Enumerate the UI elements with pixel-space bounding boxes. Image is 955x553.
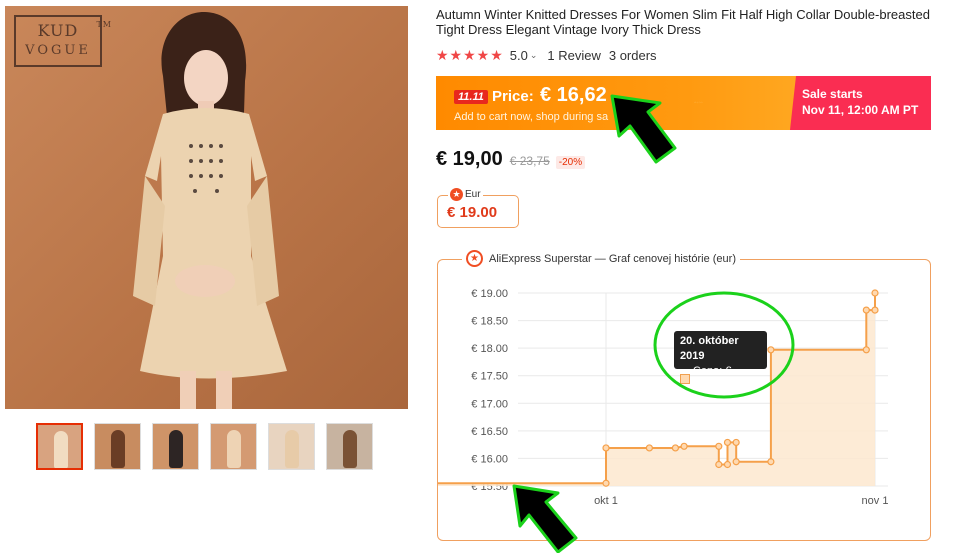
- sale-promo-banner: 11.11 Price: € 16,62 Add to cart now, sh…: [436, 76, 931, 130]
- chart-tooltip: 20. október 2019 Cena: € 17.97: [674, 331, 767, 392]
- data-point: [862, 306, 870, 314]
- brand-logo-line1: KUD: [37, 21, 79, 40]
- data-point: [871, 306, 879, 314]
- y-tick-label: € 19.00: [471, 288, 508, 300]
- data-point: [602, 444, 610, 452]
- promo-price-panel: 11.11 Price: € 16,62 Add to cart now, sh…: [436, 76, 796, 130]
- y-tick-label: € 17.00: [471, 398, 508, 410]
- main-product-image[interactable]: KUD VOGUE TM: [5, 6, 408, 409]
- trademark-mark: TM: [96, 20, 112, 29]
- price-history-header: ★ AliExpress Superstar — Graf cenovej hi…: [462, 250, 740, 267]
- reviews-link[interactable]: 1 Review: [547, 48, 600, 63]
- promo-subtext: Add to cart now, shop during sa: [454, 111, 609, 123]
- eur-widget-header: ★ Eur: [448, 188, 483, 201]
- thumbnail-brown[interactable]: [94, 423, 141, 470]
- data-point: [645, 444, 653, 452]
- sale-start-panel: Sale starts Nov 11, 12:00 AM PT: [790, 76, 931, 130]
- sale-badge: 11.11: [454, 90, 488, 104]
- series-swatch: [680, 374, 690, 384]
- data-point: [767, 458, 775, 466]
- product-title: Autumn Winter Knitted Dresses For Women …: [436, 7, 930, 37]
- discount-badge: -20%: [555, 156, 586, 169]
- y-tick-label: € 16.50: [471, 426, 508, 438]
- eur-price-widget[interactable]: ★ Eur € 19.00: [437, 188, 519, 228]
- y-tick-label: € 17.50: [471, 371, 508, 383]
- star-coin-icon: ★: [450, 188, 463, 201]
- data-point: [732, 438, 740, 447]
- sale-start-label: Sale starts: [802, 87, 863, 101]
- thumbnail-beige-closeup[interactable]: [268, 423, 315, 470]
- brand-logo-line2: VOGUE: [25, 43, 91, 58]
- data-point: [680, 442, 688, 450]
- data-point: [732, 458, 740, 466]
- y-tick-label: € 18.50: [471, 316, 508, 328]
- tooltip-value-row: Cena: € 17.97: [680, 364, 761, 394]
- star-rating-icon: ★★★★★: [436, 46, 504, 63]
- original-price: € 23,75: [509, 154, 550, 168]
- chevron-down-icon[interactable]: ⌄: [530, 50, 538, 61]
- price-history-title: AliExpress Superstar — Graf cenovej hist…: [489, 252, 736, 265]
- data-point: [602, 479, 610, 487]
- current-price: € 19,00: [436, 148, 503, 170]
- orders-count: 3 orders: [608, 47, 657, 63]
- data-point: [871, 289, 879, 297]
- data-point: [671, 444, 680, 452]
- y-tick-label: € 16.00: [471, 453, 508, 465]
- y-tick-label: € 18.00: [471, 343, 508, 355]
- thumbnail-beige[interactable]: [36, 423, 83, 470]
- brand-logo: KUD VOGUE TM: [14, 15, 111, 67]
- thumbnail-coffee[interactable]: [326, 423, 373, 470]
- eur-widget-label: Eur: [465, 189, 481, 200]
- price-history-panel: € 15.50 € 16.00 € 16.50 € 17.00 € 17.50 € 18.…: [437, 250, 932, 542]
- x-tick-label: okt 1: [594, 495, 618, 507]
- eur-widget-value: € 19.00: [447, 204, 498, 221]
- data-point: [723, 460, 732, 469]
- thumbnail-strip: [36, 423, 373, 470]
- rating-row: ★★★★★ 5.0 ⌄ 1 Review 3 orders: [436, 47, 657, 63]
- thumbnail-beige-detail[interactable]: [210, 423, 257, 470]
- star-coin-icon: ★: [466, 250, 483, 267]
- data-point: [767, 346, 775, 354]
- rating-score[interactable]: 5.0: [510, 48, 528, 63]
- thumbnail-black[interactable]: [152, 423, 199, 470]
- data-point: [862, 346, 870, 354]
- tooltip-value: Cena: € 17.97: [692, 365, 732, 392]
- price-row: € 19,00 € 23,75 -20%: [436, 148, 586, 171]
- sale-start-date: Nov 11, 12:00 AM PT: [802, 103, 919, 117]
- promo-decoration-icon: [694, 101, 703, 104]
- x-tick-label: nov 1: [862, 495, 889, 507]
- promo-price-label: Price:: [492, 88, 534, 105]
- tooltip-date: 20. október 2019: [680, 335, 739, 362]
- data-point: [715, 460, 723, 469]
- promo-price: € 16,62: [540, 84, 607, 106]
- price-history-chart[interactable]: € 15.50€ 16.00€ 16.50€ 17.00€ 17.50€ 18.…: [438, 260, 932, 542]
- data-point: [715, 442, 723, 450]
- data-point: [723, 438, 732, 447]
